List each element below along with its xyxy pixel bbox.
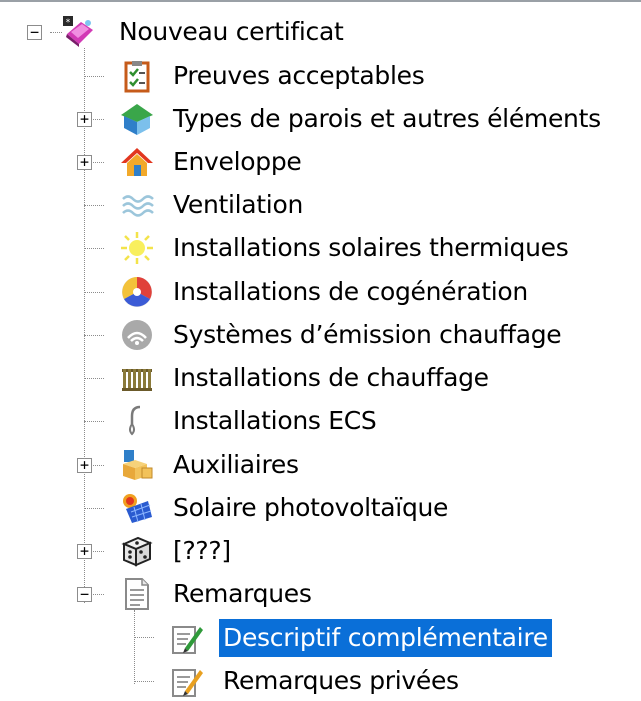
tree-item-label[interactable]: Remarques (169, 575, 316, 613)
tree-item-label[interactable]: Installations solaires thermiques (169, 229, 572, 267)
tree-item-installations-ecs[interactable]: Installations ECS (0, 401, 641, 441)
house-icon (120, 145, 154, 179)
tree-item-remarques-privees[interactable]: Remarques privées (0, 661, 641, 701)
certificate-tree: − * Nouveau certificat Preuves acceptabl… (0, 0, 641, 697)
tree-item-cogeneration[interactable]: Installations de cogénération (0, 272, 641, 312)
tree-item-label[interactable]: Enveloppe (169, 143, 305, 181)
tree-item-label[interactable]: Auxiliaires (169, 446, 303, 484)
tree-item-unknown[interactable]: + [???] (0, 531, 641, 571)
green-roof-cube-icon (120, 102, 154, 136)
boxes-icon (120, 448, 154, 482)
tree-item-installations-chauffage[interactable]: Installations de chauffage (0, 358, 641, 398)
dice-icon (120, 534, 154, 568)
radiator-icon (120, 361, 154, 395)
radiant-disc-icon (120, 318, 154, 352)
tree-item-ventilation[interactable]: Ventilation (0, 185, 641, 225)
edit-note-icon (170, 664, 204, 698)
collapse-toggle-icon[interactable]: − (27, 25, 42, 40)
tree-item-label[interactable]: Systèmes d’émission chauffage (169, 316, 565, 354)
svg-text:*: * (66, 18, 71, 28)
expand-toggle-icon[interactable]: + (77, 112, 92, 127)
expand-toggle-icon[interactable]: + (77, 458, 92, 473)
collapse-toggle-icon[interactable]: − (77, 587, 92, 602)
pv-panel-icon (120, 491, 154, 525)
expand-toggle-icon[interactable]: + (77, 155, 92, 170)
cogeneration-swirl-icon (120, 275, 154, 309)
water-tap-icon (120, 404, 154, 438)
tree-item-label[interactable]: Descriptif complémentaire (219, 619, 552, 657)
tree-item-label[interactable]: Solaire photovoltaïque (169, 489, 452, 527)
tree-item-enveloppe[interactable]: + Enveloppe (0, 142, 641, 182)
document-icon (120, 577, 154, 611)
tree-item-label[interactable]: Ventilation (169, 186, 307, 224)
edit-note-icon (170, 621, 204, 655)
tree-item-solaire-photovoltaique[interactable]: Solaire photovoltaïque (0, 488, 641, 528)
tree-item-systemes-emission[interactable]: Systèmes d’émission chauffage (0, 315, 641, 355)
tree-item-label[interactable]: [???] (169, 532, 235, 570)
tree-item-label[interactable]: Preuves acceptables (169, 57, 428, 95)
tree-item-label[interactable]: Installations ECS (169, 402, 380, 440)
tree-item-label[interactable]: Nouveau certificat (115, 13, 348, 51)
tree-item-label[interactable]: Remarques privées (219, 662, 463, 700)
tree-item-label[interactable]: Types de parois et autres éléments (169, 100, 605, 138)
checklist-clipboard-icon (120, 59, 154, 93)
expand-toggle-icon[interactable]: + (77, 544, 92, 559)
tree-item-solaires-thermiques[interactable]: Installations solaires thermiques (0, 228, 641, 268)
tree-root-node[interactable]: − * Nouveau certificat (0, 12, 641, 52)
tree-item-types-de-parois[interactable]: + Types de parois et autres éléments (0, 99, 641, 139)
tree-item-remarques[interactable]: − Remarques (0, 574, 641, 614)
sun-icon (120, 231, 154, 265)
wavy-air-lines-icon (120, 188, 154, 222)
tree-item-label[interactable]: Installations de chauffage (169, 359, 493, 397)
tree-item-preuves-acceptables[interactable]: Preuves acceptables (0, 56, 641, 96)
tree-item-descriptif-complementaire[interactable]: Descriptif complémentaire (0, 618, 641, 658)
pink-certificate-icon: * (61, 14, 95, 48)
tree-item-auxiliaires[interactable]: + Auxiliaires (0, 445, 641, 485)
tree-item-label[interactable]: Installations de cogénération (169, 273, 532, 311)
